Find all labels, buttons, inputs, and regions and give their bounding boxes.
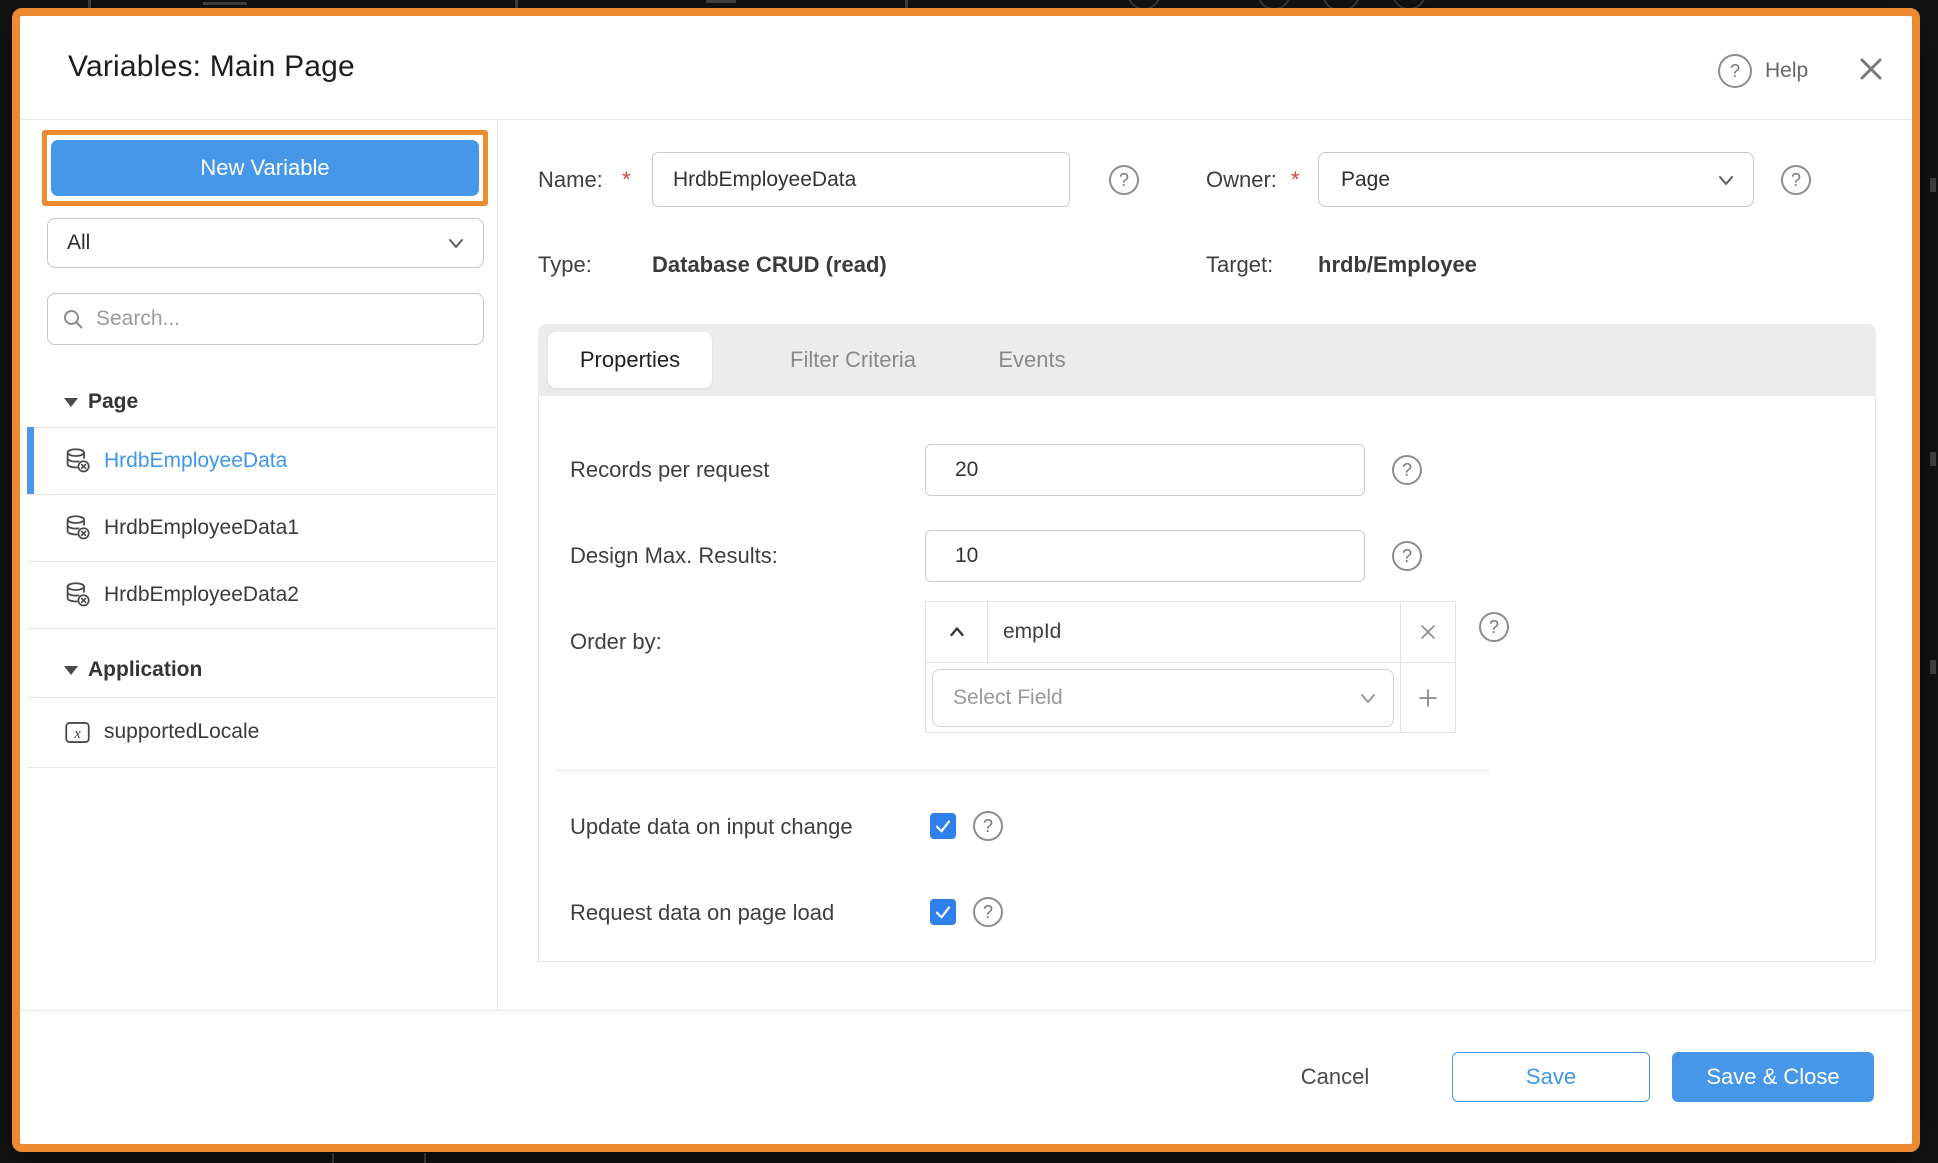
search-input[interactable] bbox=[94, 306, 471, 332]
footer-divider bbox=[20, 1010, 1912, 1011]
list-divider bbox=[27, 767, 497, 768]
name-label: Name: bbox=[538, 167, 603, 193]
sort-direction-toggle[interactable] bbox=[926, 602, 988, 662]
variable-filter-value: All bbox=[67, 231, 445, 255]
caret-down-icon bbox=[64, 398, 78, 407]
save-and-close-button[interactable]: Save & Close bbox=[1672, 1052, 1874, 1102]
section-label: Page bbox=[88, 390, 138, 414]
sidebar-item-hrdbemployeedata[interactable]: HrdbEmployeeData bbox=[27, 427, 497, 494]
sidebar-item-hrdbemployeedata1[interactable]: HrdbEmployeeData1 bbox=[27, 494, 497, 561]
plus-icon bbox=[1416, 686, 1440, 710]
check-icon bbox=[934, 817, 952, 835]
header-divider bbox=[20, 119, 1912, 120]
name-help-icon[interactable]: ? bbox=[1109, 165, 1139, 195]
owner-help-icon[interactable]: ? bbox=[1781, 165, 1811, 195]
chevron-down-icon bbox=[1357, 687, 1379, 709]
type-value: Database CRUD (read) bbox=[652, 252, 887, 278]
owner-label: Owner: bbox=[1206, 167, 1277, 193]
database-variable-icon bbox=[64, 581, 91, 608]
search-icon bbox=[62, 308, 84, 330]
sidebar-item-label: HrdbEmployeeData2 bbox=[104, 583, 299, 607]
add-order-field-button[interactable] bbox=[1400, 663, 1455, 732]
chevron-down-icon bbox=[445, 232, 467, 254]
svg-text:x: x bbox=[73, 726, 81, 742]
request-on-page-load-checkbox[interactable] bbox=[930, 899, 956, 925]
cancel-button[interactable]: Cancel bbox=[1270, 1052, 1400, 1102]
owner-select[interactable]: Page bbox=[1318, 152, 1754, 207]
select-field-dropdown[interactable]: Select Field bbox=[932, 669, 1394, 727]
expression-variable-icon: x bbox=[64, 719, 91, 746]
list-divider bbox=[27, 628, 497, 629]
select-field-placeholder: Select Field bbox=[953, 686, 1357, 710]
order-by-label: Order by: bbox=[570, 629, 662, 655]
section-header-page[interactable]: Page bbox=[64, 388, 138, 416]
order-by-field-value: empId bbox=[1003, 620, 1061, 644]
page-title: Variables: Main Page bbox=[68, 50, 355, 84]
check-icon bbox=[934, 903, 952, 921]
sidebar-divider bbox=[497, 119, 498, 1010]
chevron-down-icon bbox=[1715, 169, 1737, 191]
request-on-page-load-label: Request data on page load bbox=[570, 900, 834, 926]
records-per-request-input[interactable] bbox=[925, 444, 1365, 496]
design-max-results-label: Design Max. Results: bbox=[570, 543, 778, 569]
database-variable-icon bbox=[64, 447, 91, 474]
database-variable-icon bbox=[64, 514, 91, 541]
close-small-icon bbox=[1417, 621, 1439, 643]
remove-order-field-button[interactable] bbox=[1400, 602, 1455, 662]
search-box bbox=[47, 293, 484, 345]
tab-events[interactable]: Events bbox=[962, 332, 1102, 388]
variables-dialog: Variables: Main Page ? Help New Variable… bbox=[12, 8, 1920, 1152]
tab-bar: Properties Filter Criteria Events bbox=[538, 324, 1876, 396]
tab-filter-criteria[interactable]: Filter Criteria bbox=[748, 332, 958, 388]
type-label: Type: bbox=[538, 252, 592, 278]
variable-filter-select[interactable]: All bbox=[47, 218, 484, 268]
design-max-results-help-icon[interactable]: ? bbox=[1392, 541, 1422, 571]
sidebar-item-label: HrdbEmployeeData1 bbox=[104, 516, 299, 540]
update-on-input-change-label: Update data on input change bbox=[570, 814, 853, 840]
design-max-results-input[interactable] bbox=[925, 530, 1365, 582]
sidebar-item-hrdbemployeedata2[interactable]: HrdbEmployeeData2 bbox=[27, 561, 497, 628]
caret-down-icon bbox=[64, 666, 78, 675]
order-by-help-icon[interactable]: ? bbox=[1479, 612, 1509, 642]
owner-value: Page bbox=[1341, 168, 1715, 192]
records-per-request-label: Records per request bbox=[570, 457, 769, 483]
section-divider bbox=[555, 770, 1490, 771]
section-header-application[interactable]: Application bbox=[64, 656, 202, 684]
target-label: Target: bbox=[1206, 252, 1273, 278]
name-required-marker: * bbox=[622, 167, 631, 193]
help-icon: ? bbox=[1718, 54, 1752, 88]
update-on-input-change-checkbox[interactable] bbox=[930, 813, 956, 839]
new-variable-button[interactable]: New Variable bbox=[51, 140, 479, 196]
request-on-page-load-help-icon[interactable]: ? bbox=[973, 897, 1003, 927]
help-label: Help bbox=[1765, 59, 1808, 83]
order-by-field[interactable]: empId bbox=[988, 602, 1400, 662]
target-value: hrdb/Employee bbox=[1318, 252, 1477, 278]
selected-indicator-bar bbox=[27, 427, 34, 494]
sidebar-item-label: HrdbEmployeeData bbox=[104, 449, 287, 473]
sidebar-item-label: supportedLocale bbox=[104, 720, 259, 744]
tab-properties[interactable]: Properties bbox=[548, 332, 712, 388]
name-input[interactable] bbox=[652, 152, 1070, 207]
sidebar-item-supportedlocale[interactable]: x supportedLocale bbox=[27, 697, 497, 767]
section-label: Application bbox=[88, 658, 202, 682]
chevron-up-icon bbox=[947, 622, 967, 642]
save-button[interactable]: Save bbox=[1452, 1052, 1650, 1102]
owner-required-marker: * bbox=[1291, 167, 1300, 193]
help-button[interactable]: ? Help bbox=[1718, 54, 1808, 88]
close-icon[interactable] bbox=[1856, 54, 1886, 84]
update-on-input-change-help-icon[interactable]: ? bbox=[973, 811, 1003, 841]
order-by-group: empId Select Field bbox=[925, 601, 1456, 733]
records-per-request-help-icon[interactable]: ? bbox=[1392, 455, 1422, 485]
